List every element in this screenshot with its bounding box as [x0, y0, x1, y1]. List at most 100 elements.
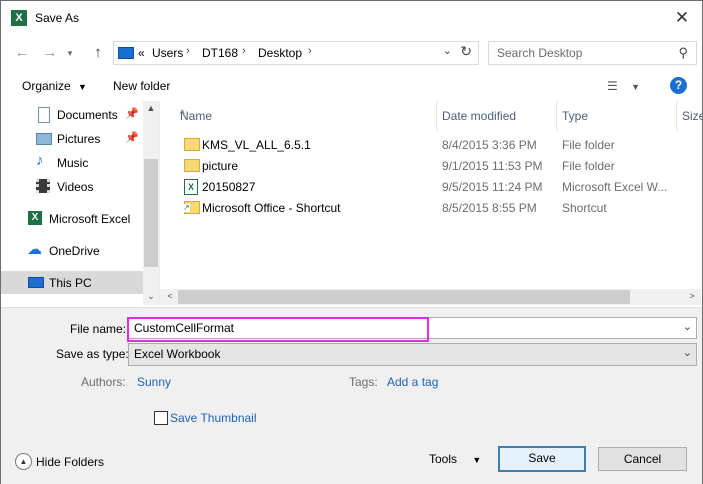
computer-icon — [118, 47, 134, 59]
chevron-down-icon: ▼ — [78, 82, 87, 92]
save-as-type-select[interactable]: Excel Workbook ⌄ — [128, 343, 697, 366]
save-label: Save — [528, 451, 556, 465]
sidebar-item-microsoft-excel[interactable]: X Microsoft Excel — [1, 207, 143, 230]
scrollbar-thumb[interactable] — [178, 290, 630, 304]
refresh-icon[interactable]: ↻ — [460, 43, 472, 60]
chevron-down-icon[interactable]: ⌄ — [683, 320, 692, 333]
file-date: 8/4/2015 3:36 PM — [442, 138, 537, 152]
file-row[interactable]: X 20150827 9/5/2015 11:24 PM Microsoft E… — [160, 176, 700, 197]
pin-icon[interactable]: 📌 — [125, 131, 139, 144]
file-row[interactable]: picture 9/1/2015 11:53 PM File folder — [160, 155, 700, 176]
help-icon[interactable]: ? — [670, 77, 687, 94]
horizontal-scrollbar[interactable]: < > — [160, 289, 701, 305]
column-header-type[interactable]: Type — [556, 101, 677, 131]
file-row[interactable]: Microsoft Office - Shortcut 8/5/2015 8:5… — [160, 197, 700, 218]
close-button[interactable]: ✕ — [672, 7, 692, 29]
chevron-down-icon: ▼ — [472, 455, 482, 465]
navigation-bar: ← → ▾ ↑ « Users › DT168 › Desktop › ⌄ ↻ … — [1, 39, 702, 67]
file-name: 20150827 — [202, 180, 256, 194]
sidebar-scrollbar[interactable]: ▲ ⌄ — [143, 101, 159, 305]
authors-field[interactable]: Sunny — [137, 375, 171, 389]
cancel-button[interactable]: Cancel — [598, 447, 687, 471]
save-as-dialog: X Save As ✕ ← → ▾ ↑ « Users › DT168 › De… — [0, 0, 703, 484]
navigation-pane: Documents 📌 Pictures 📌 ♪ Music Videos X … — [1, 101, 160, 305]
chevron-right-icon[interactable]: › — [242, 45, 246, 57]
hide-folders-icon[interactable]: ▲ — [15, 453, 32, 470]
chevron-right-icon[interactable]: › — [308, 45, 312, 57]
excel-icon: X — [28, 211, 42, 225]
music-icon: ♪ — [36, 152, 44, 169]
column-header-name[interactable]: Name ^ — [160, 101, 437, 131]
search-icon: ⚲ — [678, 45, 688, 60]
folder-icon — [184, 138, 200, 151]
tools-button[interactable]: Tools ▼ — [429, 452, 481, 466]
sidebar-item-onedrive[interactable]: ☁ OneDrive — [1, 239, 143, 262]
authors-label: Authors: — [81, 375, 126, 389]
up-button[interactable]: ↑ — [89, 43, 107, 63]
scroll-down-icon[interactable]: ⌄ — [143, 291, 159, 302]
column-header-size[interactable]: Size — [676, 101, 703, 131]
file-name: KMS_VL_ALL_6.5.1 — [202, 138, 311, 152]
sidebar-item-label: Videos — [57, 180, 94, 194]
search-placeholder: Search Desktop — [497, 46, 583, 60]
sidebar-item-label: This PC — [49, 276, 92, 290]
scroll-left-icon[interactable]: < — [162, 291, 178, 301]
save-thumbnail-checkbox[interactable] — [154, 411, 168, 425]
sidebar-item-label: Documents — [57, 108, 118, 122]
pictures-icon — [36, 133, 52, 145]
back-arrow-icon: ← — [14, 44, 30, 61]
cancel-label: Cancel — [623, 452, 662, 466]
file-name-label: File name: — [70, 322, 127, 336]
breadcrumb-users[interactable]: Users — [152, 46, 183, 60]
sidebar-item-label: OneDrive — [49, 244, 100, 258]
title-bar[interactable]: X Save As ✕ — [1, 1, 702, 37]
scroll-up-icon[interactable]: ▲ — [143, 103, 159, 113]
scrollbar-thumb[interactable] — [144, 159, 158, 267]
file-date: 8/5/2015 8:55 PM — [442, 201, 537, 215]
address-bar[interactable]: « Users › DT168 › Desktop › ⌄ ↻ — [113, 41, 479, 65]
sidebar-item-videos[interactable]: Videos — [1, 175, 143, 198]
file-row[interactable]: KMS_VL_ALL_6.5.1 8/4/2015 3:36 PM File f… — [160, 134, 700, 155]
file-date: 9/1/2015 11:53 PM — [442, 159, 543, 173]
sidebar-item-documents[interactable]: Documents 📌 — [1, 103, 143, 126]
search-input[interactable]: Search Desktop ⚲ — [488, 41, 697, 65]
organize-label: Organize — [22, 79, 71, 93]
column-header-date[interactable]: Date modified — [436, 101, 557, 131]
file-name: picture — [202, 159, 239, 173]
tools-label: Tools — [429, 452, 458, 466]
recent-locations-dropdown[interactable]: ▾ — [61, 43, 79, 63]
hide-folders-button[interactable]: Hide Folders — [36, 455, 104, 469]
file-type: Microsoft Excel W... — [562, 180, 668, 194]
scroll-right-icon[interactable]: > — [684, 291, 700, 301]
pin-icon[interactable]: 📌 — [125, 107, 139, 120]
back-button[interactable]: ← — [13, 43, 31, 63]
file-name: Microsoft Office - Shortcut — [202, 201, 341, 215]
view-options-button[interactable]: ☰ ▼ — [607, 79, 640, 93]
file-type: File folder — [562, 138, 615, 152]
breadcrumb-overflow[interactable]: « — [138, 46, 145, 60]
tags-label: Tags: — [349, 375, 378, 389]
new-folder-label: New folder — [113, 79, 171, 93]
save-thumbnail-label[interactable]: Save Thumbnail — [170, 411, 257, 425]
sidebar-item-pictures[interactable]: Pictures 📌 — [1, 127, 143, 150]
forward-button[interactable]: → — [41, 43, 59, 63]
sidebar-item-music[interactable]: ♪ Music — [1, 151, 143, 174]
computer-icon — [28, 277, 44, 288]
tags-field[interactable]: Add a tag — [387, 375, 438, 389]
column-label: Size — [682, 109, 703, 123]
file-type: File folder — [562, 159, 615, 173]
sidebar-item-this-pc[interactable]: This PC — [1, 271, 143, 294]
chevron-right-icon[interactable]: › — [186, 45, 190, 57]
breadcrumb-dt168[interactable]: DT168 — [202, 46, 238, 60]
breadcrumb-desktop[interactable]: Desktop — [258, 46, 302, 60]
shortcut-icon — [183, 201, 200, 214]
column-label: Type — [562, 109, 589, 123]
organize-button[interactable]: Organize ▼ — [22, 79, 87, 93]
file-date: 9/5/2015 11:24 PM — [442, 180, 543, 194]
sort-ascending-icon: ^ — [180, 109, 185, 120]
command-bar: Organize ▼ New folder ☰ ▼ ? — [1, 71, 702, 101]
new-folder-button[interactable]: New folder — [113, 79, 170, 93]
chevron-down-icon[interactable]: ⌄ — [443, 44, 452, 57]
file-type: Shortcut — [562, 201, 607, 215]
save-button[interactable]: Save — [498, 446, 586, 472]
